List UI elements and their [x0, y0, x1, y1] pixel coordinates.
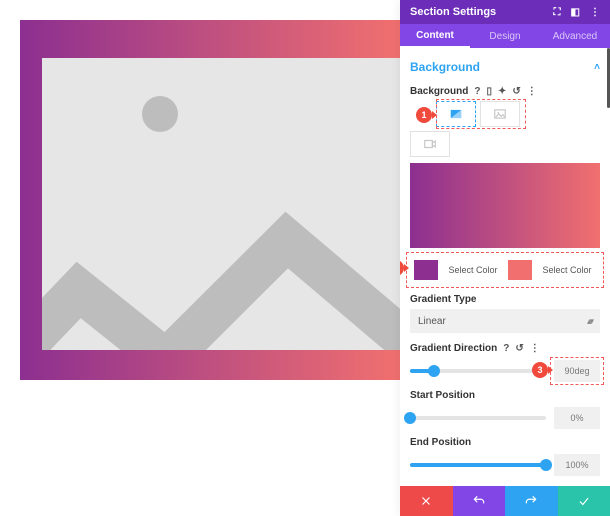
panel-header: Section Settings ⛶ ◧ ⋮	[400, 0, 610, 24]
gradient-type-value: Linear	[418, 316, 446, 327]
select-color-1[interactable]: Select Color	[444, 265, 502, 275]
gradient-color-row: Select Color Select Color	[410, 254, 600, 286]
section-row-background[interactable]: Background ˄	[410, 56, 600, 82]
field-label-row-direction: Gradient Direction ? ↺ ⋮	[410, 343, 600, 354]
panel-body: Background ˄ Background ? ▯ ✦ ↺ ⋮ 1	[400, 48, 610, 486]
hover-icon[interactable]: ✦	[498, 86, 506, 97]
tab-content[interactable]: Content	[400, 24, 470, 48]
field-label: Background	[410, 86, 468, 97]
gradient-preview	[410, 163, 600, 248]
start-position-slider[interactable]	[410, 416, 546, 420]
redo-icon	[524, 494, 538, 508]
bg-tab-video[interactable]	[410, 131, 450, 157]
placeholder-mountains-icon	[42, 190, 400, 350]
panel-header-actions: ⛶ ◧ ⋮	[554, 7, 600, 18]
kebab-icon[interactable]: ⋮	[590, 7, 600, 18]
kebab-icon[interactable]: ⋮	[530, 343, 540, 354]
label-start-position: Start Position	[410, 390, 600, 401]
panel-title: Section Settings	[410, 6, 554, 18]
callout-marker-3: 3	[532, 362, 548, 378]
tab-advanced[interactable]: Advanced	[540, 24, 610, 48]
panel-footer	[400, 486, 610, 516]
bg-tab-gradient[interactable]	[436, 101, 476, 127]
gradient-direction-slider-row: 3 90deg	[410, 360, 600, 382]
section-title: Background	[410, 60, 480, 74]
settings-panel: Section Settings ⛶ ◧ ⋮ Content Design Ad…	[400, 0, 610, 516]
undo-button[interactable]	[453, 486, 506, 516]
redo-button[interactable]	[505, 486, 558, 516]
help-icon[interactable]: ?	[503, 343, 509, 354]
color-swatch-1[interactable]	[414, 260, 438, 280]
save-button[interactable]	[558, 486, 610, 516]
tab-design[interactable]: Design	[470, 24, 540, 48]
preview-image-placeholder	[42, 58, 400, 350]
page-preview	[20, 20, 400, 380]
expand-icon[interactable]: ⛶	[554, 7, 561, 18]
kebab-icon[interactable]: ⋮	[527, 86, 537, 97]
select-arrows-icon: ▴▾	[587, 316, 592, 327]
cancel-button[interactable]	[400, 486, 453, 516]
label-end-position: End Position	[410, 437, 600, 448]
tablet-icon[interactable]: ▯	[486, 86, 492, 97]
slider-thumb[interactable]	[428, 365, 440, 377]
slider-fill	[410, 463, 546, 467]
callout-marker-1: 1	[416, 107, 432, 123]
field-label-row-background: Background ? ▯ ✦ ↺ ⋮	[410, 86, 600, 97]
direction-slider[interactable]	[410, 369, 546, 373]
panel-tabs: Content Design Advanced	[400, 24, 610, 48]
help-icon[interactable]: ?	[474, 86, 480, 97]
reset-icon[interactable]: ↺	[512, 86, 520, 97]
reset-icon[interactable]: ↺	[515, 343, 523, 354]
snap-icon[interactable]: ◧	[571, 7, 580, 18]
check-icon	[577, 494, 591, 508]
slider-thumb[interactable]	[540, 459, 552, 471]
bg-tab-image[interactable]	[480, 101, 520, 127]
video-icon	[423, 137, 437, 151]
gradient-icon	[449, 107, 463, 121]
select-color-2[interactable]: Select Color	[538, 265, 596, 275]
close-icon	[419, 494, 433, 508]
color-swatch-2[interactable]	[508, 260, 532, 280]
image-icon	[493, 107, 507, 121]
gradient-type-select[interactable]: Linear ▴▾	[410, 309, 600, 333]
background-type-tabs: 1	[410, 101, 600, 157]
placeholder-sun-icon	[142, 96, 178, 132]
undo-icon	[472, 494, 486, 508]
chevron-up-icon[interactable]: ˄	[594, 62, 600, 73]
end-position-slider-row: 100%	[410, 454, 600, 476]
label-gradient-direction: Gradient Direction	[410, 343, 497, 354]
end-position-value-input[interactable]: 100%	[554, 454, 600, 476]
end-position-slider[interactable]	[410, 463, 546, 467]
start-position-value-input[interactable]: 0%	[554, 407, 600, 429]
callout-marker-2: 2	[400, 260, 404, 276]
start-position-slider-row: 0%	[410, 407, 600, 429]
label-gradient-type: Gradient Type	[410, 294, 600, 305]
slider-thumb[interactable]	[404, 412, 416, 424]
direction-value-input[interactable]: 90deg	[554, 360, 600, 382]
